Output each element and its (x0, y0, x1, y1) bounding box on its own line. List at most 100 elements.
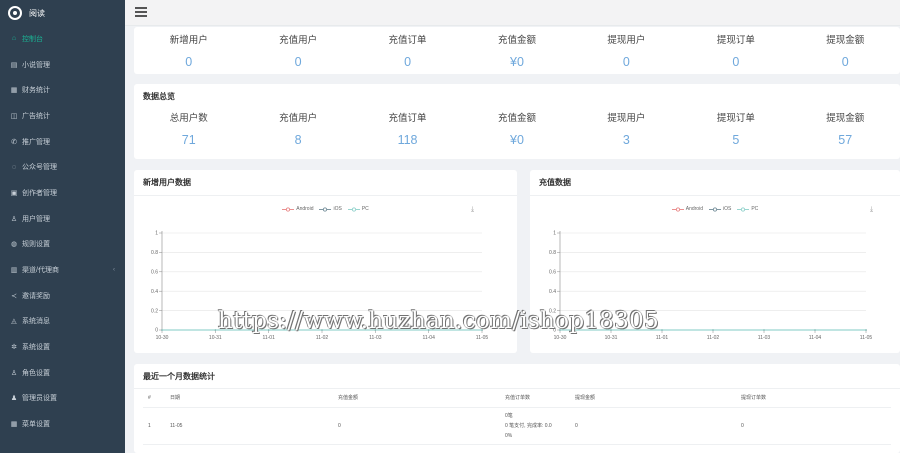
sidebar-item-label: 邀请奖励 (22, 292, 50, 300)
stat-item: 充值用户 8 (243, 110, 352, 147)
stat-label: 提现订单 (716, 113, 755, 124)
share-icon: ≺ (11, 292, 17, 300)
x-tick-label: 11-03 (369, 335, 382, 341)
sidebar-item[interactable]: ⌂ 控制台 (0, 26, 125, 52)
sidebar-item-label: 管理员设置 (22, 395, 57, 403)
today-stats-card: 新增用户 0 充值用户 0 充值订单 0 充值金额 ¥0 提现用户 0 提现订单 0 提现金额 0 (134, 27, 900, 74)
stat-value: 8 (294, 133, 302, 147)
row-recharge-orders: 0笔 0 笔支付, 完成率: 0.0 0% (500, 407, 570, 445)
x-tick-label: 11-01 (262, 335, 275, 341)
x-tick-label: 10-31 (605, 335, 618, 341)
sidebar-item[interactable]: ▣ 创作者管理 (0, 180, 125, 206)
stat-item: 提现订单 5 (681, 110, 790, 147)
stat-label: 充值订单 (388, 113, 427, 124)
data-point (763, 329, 765, 331)
stat-value: 0 (294, 55, 302, 69)
data-point (559, 329, 561, 331)
data-point (161, 329, 163, 331)
sidebar-item-label: 控制台 (22, 35, 43, 43)
stat-item: 提现订单 0 (681, 32, 790, 69)
sidebar-menu: ⌂ 控制台 ▤ 小说管理 ▦ 财务统计 ◫ 广告统计 ✆ 推广管理 ◌ 公众号管理 ▣ 创作者管理 ♙ 用户管… (0, 26, 125, 437)
sidebar-item[interactable]: ♟ 管理员设置 (0, 386, 125, 412)
stat-label: 充值金额 (497, 35, 536, 46)
monthly-stats-card: 最近一个月数据统计 # 日期 充值金额 充值订单数 提现金额 提现订单数 1 11-05 0 0… (134, 364, 900, 453)
stat-value: 0 (404, 55, 412, 69)
y-tick-label: 0.4 (549, 289, 556, 295)
table-body: 1 11-05 0 0笔 0 笔支付, 完成率: 0.0 0% 0 0 (143, 407, 891, 445)
brand-name: 阅读 (29, 8, 45, 18)
new-users-chart-card: 新增用户数据 Android iOS PC ⤓ 0 0.2 0.4 0.6 0.8 1 10-3… (134, 170, 517, 353)
sidebar-item-label: 系统设置 (22, 344, 50, 352)
sidebar-item-label: 角色设置 (22, 369, 50, 377)
stat-label: 充值订单 (388, 35, 427, 46)
x-tick-label: 11-03 (758, 335, 771, 341)
sidebar-item-label: 系统消息 (22, 318, 50, 326)
user-icon: ♙ (10, 215, 18, 223)
sidebar-item-label: 财务统计 (22, 87, 50, 95)
author-icon: ▣ (10, 189, 18, 197)
order-detail-line: 0笔 (505, 412, 513, 419)
sidebar-item[interactable]: ◬ 系统消息 (0, 309, 125, 335)
topbar (125, 0, 900, 26)
line-chart: 0 0.2 0.4 0.6 0.8 1 10-30 10-31 11-01 11-02 11-03 1… (151, 231, 488, 341)
data-point (267, 329, 270, 331)
stat-item: 提现用户 3 (572, 110, 681, 147)
chevron-left-icon: ‹ (113, 267, 115, 274)
brand[interactable]: 阅读 (0, 0, 125, 26)
sidebar-item[interactable]: ◌ 公众号管理 (0, 154, 125, 180)
stat-item: 提现金额 0 (791, 32, 900, 69)
sidebar-item[interactable]: ✆ 推广管理 (0, 129, 125, 155)
column-header: 提现金额 (570, 389, 736, 408)
sidebar-item-label: 公众号管理 (22, 164, 57, 172)
data-point (481, 329, 483, 331)
row-withdraw-orders: 0 (736, 407, 891, 445)
sidebar-item[interactable]: ▥ 渠道/代理商 ‹ (0, 257, 125, 283)
y-tick-label: 0 (155, 328, 158, 334)
column-header: 充值金额 (333, 389, 500, 408)
column-header: 充值订单数 (500, 389, 570, 408)
sidebar-item-label: 渠道/代理商 (22, 267, 59, 275)
sidebar-item[interactable]: ♙ 用户管理 (0, 206, 125, 232)
order-detail-line: 0 笔支付, 完成率: 0.0 (505, 422, 552, 429)
monthly-table: # 日期 充值金额 充值订单数 提现金额 提现订单数 1 11-05 0 0笔 0 笔支付, 完成… (143, 389, 891, 445)
stat-item: 充值金额 ¥0 (462, 110, 571, 147)
sidebar-item[interactable]: ◍ 规则设置 (0, 232, 125, 258)
stat-item: 充值用户 0 (243, 32, 352, 69)
sidebar-item[interactable]: ≺ 邀请奖励 (0, 283, 125, 309)
stat-label: 提现用户 (607, 35, 646, 46)
stat-label: 新增用户 (169, 35, 208, 46)
wechat-icon: ◌ (11, 163, 17, 171)
x-tick-label: 11-02 (316, 335, 329, 341)
hamburger-menu-icon[interactable] (135, 7, 147, 17)
finance-icon: ▦ (10, 87, 18, 95)
y-tick-label: 0.8 (151, 250, 158, 256)
line-chart: 0 0.2 0.4 0.6 0.8 1 10-30 10-31 11-01 11-02 11-03 1… (549, 231, 872, 341)
row-date: 11-05 (165, 407, 333, 445)
stat-item: 新增用户 0 (134, 32, 243, 69)
stat-label: 总用户数 (169, 113, 208, 124)
stat-label: 提现订单 (716, 35, 755, 46)
row-index: 1 (143, 407, 165, 445)
y-tick-label: 0.8 (549, 250, 556, 256)
sidebar-item-label: 菜单设置 (22, 421, 50, 429)
stat-value: ¥0 (510, 133, 524, 147)
sidebar-item[interactable]: ✲ 系统设置 (0, 334, 125, 360)
monthly-title: 最近一个月数据统计 (134, 364, 900, 389)
sidebar-item[interactable]: ▦ 财务统计 (0, 77, 125, 103)
data-point (661, 329, 663, 331)
stat-item: 提现金额 57 (791, 110, 900, 147)
order-detail-line: 0% (505, 432, 513, 439)
y-tick-label: 1 (155, 231, 158, 237)
sidebar-item-label: 推广管理 (22, 138, 50, 146)
sidebar-item[interactable]: ◫ 广告统计 (0, 103, 125, 129)
ad-icon: ◫ (10, 112, 18, 120)
sidebar-item[interactable]: ♙ 角色设置 (0, 360, 125, 386)
sidebar-item[interactable]: ▤ 小说管理 (0, 52, 125, 78)
table-header-row: # 日期 充值金额 充值订单数 提现金额 提现订单数 (143, 389, 891, 408)
sidebar-item-label: 创作者管理 (22, 189, 57, 197)
admin-icon: ♟ (10, 395, 18, 403)
rule-icon: ◍ (10, 241, 18, 249)
overview-card: 数据总览 总用户数 71 充值用户 8 充值订单 118 充值金额 ¥0 提现用户 3 提现订单 5 提… (134, 84, 900, 159)
stat-label: 提现金额 (826, 35, 865, 46)
sidebar-item[interactable]: ▦ 菜单设置 (0, 411, 125, 437)
